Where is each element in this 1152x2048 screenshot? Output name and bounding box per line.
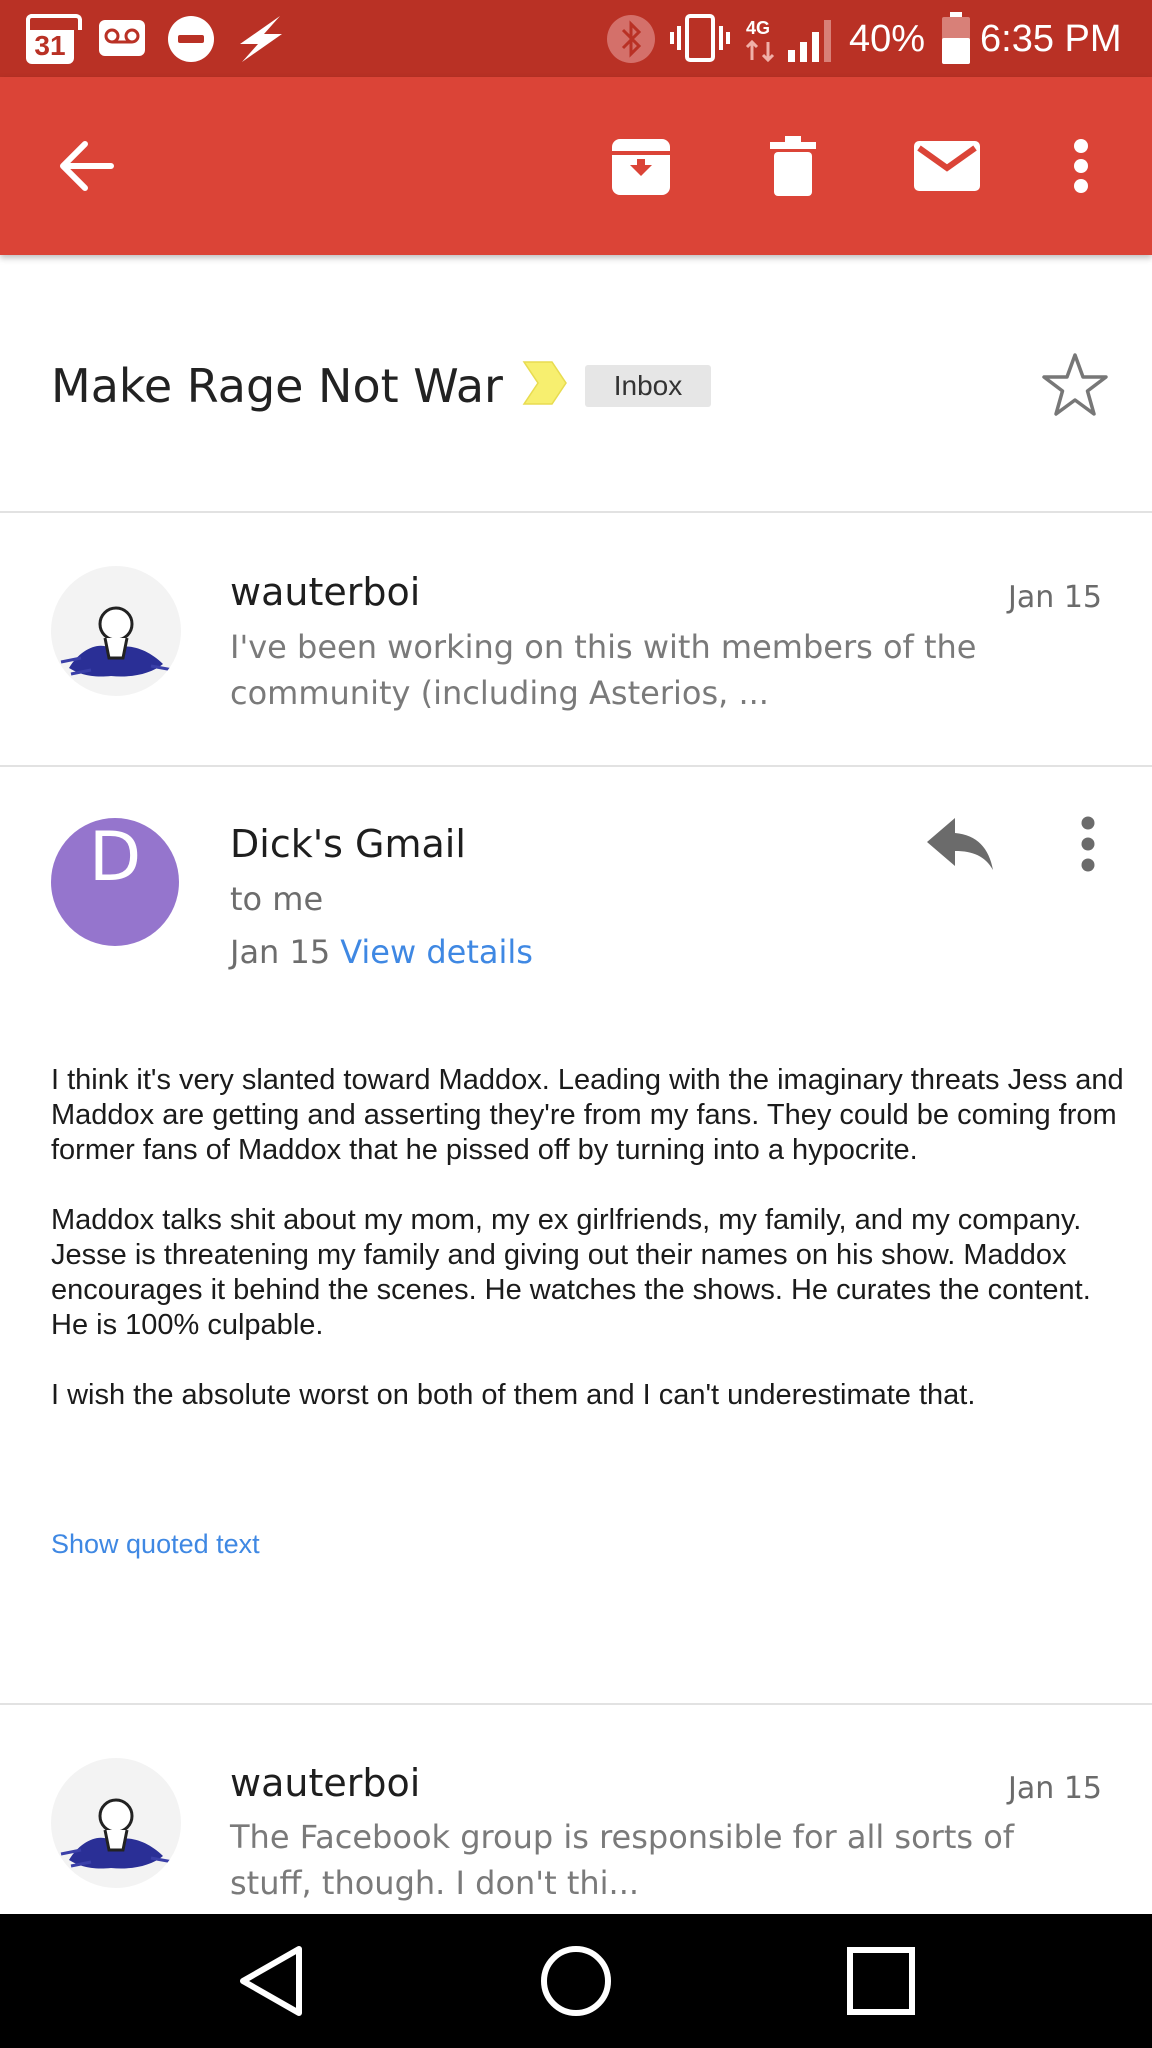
back-arrow-icon (60, 141, 114, 191)
recipient-line: to me (230, 880, 324, 918)
message-body: I think it's very slanted toward Maddox.… (51, 1063, 1131, 1448)
star-icon[interactable] (1040, 350, 1110, 420)
body-paragraph: Maddox talks shit about my mom, my ex gi… (51, 1204, 1091, 1341)
battery-percent: 40% (849, 18, 926, 60)
reply-icon[interactable] (925, 814, 995, 874)
body-paragraph: I wish the absolute worst on both of the… (51, 1379, 976, 1411)
divider (0, 511, 1152, 513)
bluetooth-icon (607, 15, 655, 63)
message-snippet: The Facebook group is responsible for al… (230, 1818, 1015, 1902)
avatar[interactable]: D (51, 818, 179, 946)
nav-recents-button[interactable] (811, 1914, 951, 2048)
avatar-image (60, 1798, 174, 1869)
nav-home-button[interactable] (506, 1914, 646, 2048)
avatar-image (60, 606, 174, 677)
sender-name: wauterboi (230, 570, 421, 614)
divider (0, 1703, 1152, 1705)
navigation-bar (0, 1914, 1152, 2048)
body-paragraph: I think it's very slanted toward Maddox.… (51, 1064, 1124, 1166)
message-date: Jan 15 (1008, 580, 1102, 615)
sender-name[interactable]: Dick's Gmail (230, 822, 466, 866)
network-type: 4G (746, 18, 770, 38)
status-bar: 31 4G 40% 6:35 PM (0, 0, 1152, 77)
message-date: Jan 15 (230, 933, 331, 971)
nav-recents-icon (847, 1947, 915, 2015)
delete-icon (770, 136, 816, 196)
calendar-day: 31 (34, 30, 66, 61)
voicemail-icon (99, 20, 145, 56)
archive-button[interactable] (596, 77, 686, 255)
inbox-label[interactable]: Inbox (585, 365, 711, 407)
signal-icon: 4G (745, 18, 831, 63)
message-overflow-icon[interactable] (1072, 816, 1104, 872)
nav-home-icon (541, 1946, 611, 2016)
nav-back-button[interactable] (202, 1914, 342, 2048)
sender-name: wauterboi (230, 1761, 421, 1805)
do-not-disturb-icon (168, 16, 214, 62)
avatar (51, 1758, 181, 1888)
avatar (51, 566, 181, 696)
mark-unread-button[interactable] (902, 77, 992, 255)
message-date-line: Jan 15 View details (230, 933, 533, 971)
message-snippet: I've been working on this with members o… (230, 628, 977, 712)
clock: 6:35 PM (980, 18, 1122, 60)
archive-icon (612, 139, 670, 195)
calendar-icon: 31 (26, 14, 82, 64)
overflow-menu-button[interactable] (1036, 77, 1126, 255)
vibrate-icon (670, 14, 730, 62)
app-bar (0, 77, 1152, 255)
mark-unread-icon (914, 141, 980, 191)
nav-back-icon (240, 1946, 302, 2016)
delete-button[interactable] (748, 77, 838, 255)
battery-icon (942, 12, 970, 64)
important-marker-icon[interactable] (522, 360, 568, 406)
overflow-menu-icon (1074, 139, 1088, 193)
back-button[interactable] (42, 77, 132, 255)
view-details-link[interactable]: View details (340, 933, 533, 971)
divider (0, 765, 1152, 767)
show-quoted-text-link[interactable]: Show quoted text (51, 1529, 260, 1560)
message-date: Jan 15 (1008, 1771, 1102, 1806)
flash-icon (240, 16, 282, 62)
thread-subject: Make Rage Not War (51, 359, 503, 413)
